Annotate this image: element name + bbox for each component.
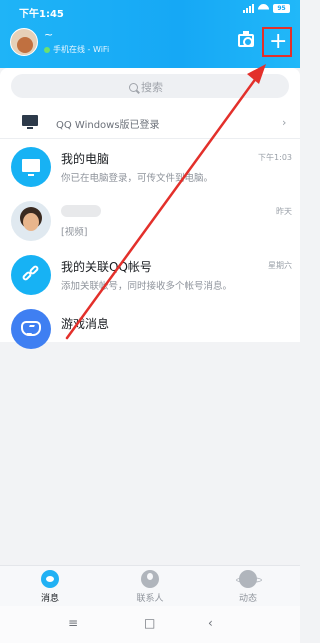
conversation-preview: [视频] <box>61 227 88 238</box>
online-status-text: 手机在线 - WiFi <box>53 45 110 54</box>
home-icon[interactable]: □ <box>144 616 155 630</box>
computer-icon <box>22 115 38 129</box>
conversation-friend[interactable]: [视频] 昨天 <box>0 194 300 248</box>
message-icon <box>41 570 59 588</box>
wifi-icon <box>258 4 269 13</box>
link-icon <box>21 264 40 283</box>
online-status[interactable]: 手机在线 - WiFi <box>44 44 109 55</box>
bottom-tab-bar: 消息 联系人 动态 <box>0 565 300 606</box>
back-icon[interactable]: ‹ <box>208 616 213 630</box>
link-avatar <box>11 255 51 295</box>
conversation-time: 下午1:03 <box>258 153 292 162</box>
conversation-time: 星期六 <box>268 261 292 270</box>
conversation-title: 游戏消息 <box>61 317 110 331</box>
tab-contacts[interactable]: 联系人 <box>120 570 180 604</box>
qq-windows-banner[interactable]: QQ Windows版已登录 › <box>0 108 300 136</box>
system-nav-bar: ≡ □ ‹ <box>0 606 300 643</box>
conversation-title: 我的电脑 <box>61 152 110 166</box>
message-list: 搜索 QQ Windows版已登录 › 我的电脑 你已在电脑登录，可传文件到电脑… <box>0 68 300 349</box>
conversation-time: 昨天 <box>276 207 292 216</box>
my-nickname[interactable]: ~ <box>44 28 53 41</box>
my-avatar[interactable] <box>10 28 38 56</box>
status-bar: 下午1:45 95 <box>0 0 300 22</box>
search-bar[interactable]: 搜索 <box>11 74 289 98</box>
game-icon <box>21 321 41 336</box>
computer-icon <box>11 147 51 187</box>
menu-icon[interactable]: ≡ <box>68 616 78 630</box>
conversation-linked-accounts[interactable]: 我的关联QQ帐号 添加关联帐号，同时接收多个帐号消息。 星期六 <box>0 248 300 302</box>
tab-label: 消息 <box>40 594 59 604</box>
friend-avatar <box>11 201 51 241</box>
status-icons: 95 <box>243 4 290 13</box>
divider <box>0 138 300 139</box>
contacts-icon <box>141 570 159 588</box>
app-header: 下午1:45 95 ~ 手机在线 - WiFi + <box>0 0 300 68</box>
online-dot-icon <box>44 46 50 53</box>
tab-label: 联系人 <box>136 594 164 604</box>
search-placeholder-text: 搜索 <box>141 81 163 94</box>
tab-moments[interactable]: 动态 <box>218 570 278 604</box>
blurred-name <box>61 205 101 217</box>
signal-icon <box>243 4 254 13</box>
search-icon <box>129 82 138 92</box>
camera-icon[interactable] <box>238 31 254 47</box>
conversation-my-computer[interactable]: 我的电脑 你已在电脑登录，可传文件到电脑。 下午1:03 <box>0 140 300 194</box>
conversation-preview: 你已在电脑登录，可传文件到电脑。 <box>61 173 214 184</box>
search-placeholder[interactable]: 搜索 <box>129 79 163 95</box>
plus-button-highlight[interactable]: + <box>262 27 292 57</box>
game-avatar <box>11 309 51 349</box>
moments-icon <box>236 570 262 588</box>
battery-icon: 95 <box>273 4 290 13</box>
plus-icon[interactable]: + <box>269 31 287 53</box>
conversation-preview: 添加关联帐号，同时接收多个帐号消息。 <box>61 281 233 292</box>
conversation-title: 我的关联QQ帐号 <box>61 260 152 274</box>
chevron-right-icon: › <box>282 116 287 129</box>
conversation-game-messages[interactable]: 游戏消息 <box>0 302 300 356</box>
status-time: 下午1:45 <box>19 9 64 20</box>
tab-messages[interactable]: 消息 <box>20 570 80 604</box>
qq-windows-label: QQ Windows版已登录 <box>56 120 160 131</box>
tab-label: 动态 <box>238 594 257 604</box>
